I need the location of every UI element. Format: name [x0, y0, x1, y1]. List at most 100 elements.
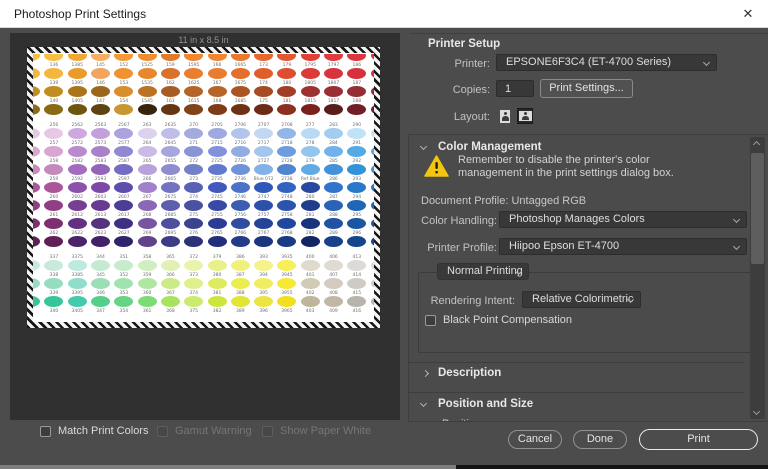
swatch-label: 145	[96, 63, 105, 68]
swatch: 167	[205, 81, 228, 97]
swatch	[33, 195, 42, 211]
description-header[interactable]: Description	[438, 367, 501, 379]
swatch: 2583	[89, 159, 112, 175]
swatch	[33, 273, 42, 289]
swatch-row: 140 1405 147 154 1545 161 1615 168 1685 175 181 181…	[33, 99, 374, 115]
swatch-oval	[33, 54, 41, 61]
swatch-row: 256 2562 2563 2567 263 2635 270 2705 2706 2707 270…	[33, 123, 374, 139]
printer-dropdown[interactable]: EPSONE6F3C4 (ET-4700 Series)	[496, 54, 717, 71]
swatch-oval	[254, 296, 274, 307]
position-size-header[interactable]: Position and Size	[438, 398, 533, 410]
swatch-oval	[207, 104, 227, 115]
swatch-label: 2655	[164, 159, 177, 164]
printing-mode-dropdown[interactable]: Normal Printing	[437, 263, 529, 280]
swatch: 2622	[66, 231, 89, 247]
swatch-label: 281	[305, 213, 315, 218]
scroll-up-icon[interactable]	[752, 140, 761, 149]
color-management-header[interactable]: Color Management	[438, 141, 542, 153]
cancel-button[interactable]: Cancel	[508, 430, 562, 449]
swatch-oval	[91, 182, 111, 193]
swatch-oval	[347, 182, 367, 193]
done-button[interactable]: Done	[573, 430, 627, 449]
swatch	[275, 54, 298, 61]
swatch-label: 274	[189, 195, 199, 200]
swatch-oval	[300, 278, 320, 289]
black-point-checkbox[interactable]	[425, 315, 436, 326]
swatch-oval	[207, 128, 227, 139]
swatch	[33, 309, 42, 314]
swatch: 2617	[112, 213, 135, 229]
swatch-label: 407	[329, 273, 338, 278]
scrollbar[interactable]	[750, 137, 765, 419]
swatch: 286	[322, 177, 345, 193]
swatch-oval	[207, 278, 227, 289]
print-button[interactable]: Print	[639, 429, 758, 450]
swatch: 3945	[275, 273, 298, 289]
swatch-row: 261 2612 2613 2617 268 2685 275 2755 2756 2757 275…	[33, 213, 374, 229]
swatch: 346	[89, 291, 112, 307]
print-settings-button[interactable]: Print Settings...	[540, 79, 633, 98]
swatch-label: 365	[166, 255, 175, 260]
swatch: 2645	[159, 141, 182, 157]
swatch	[33, 54, 42, 61]
swatch-oval	[254, 278, 274, 289]
close-icon[interactable]: ✕	[738, 5, 758, 23]
swatch	[159, 54, 182, 61]
collapse-chevron-icon[interactable]	[419, 399, 428, 408]
landscape-page-icon	[518, 111, 532, 121]
collapse-chevron-icon[interactable]	[419, 142, 428, 151]
swatch-label	[368, 309, 374, 314]
swatch-oval	[207, 260, 227, 271]
swatch: 354	[112, 309, 135, 314]
swatch-oval	[254, 260, 274, 271]
window-title: Photoshop Print Settings	[14, 7, 147, 21]
color-handling-dropdown[interactable]: Photoshop Manages Colors	[499, 211, 747, 228]
swatch: 2738	[275, 177, 298, 193]
swatch-oval	[207, 164, 227, 175]
swatch-label: 1395	[71, 81, 83, 86]
swatch: 367	[159, 291, 182, 307]
swatch: 3375	[66, 255, 89, 271]
swatch-label: 2622	[71, 231, 83, 236]
expand-chevron-icon[interactable]	[421, 369, 430, 378]
swatch-label: 1625	[188, 81, 200, 86]
swatch-section-green-yellow-gray: 337 3375 344 351 358 365 372 379 386 393 3935 400 40…	[33, 255, 374, 314]
swatch-label: 273	[189, 177, 199, 182]
swatch: 389	[229, 309, 252, 314]
swatch-oval	[347, 164, 367, 175]
swatch: 1625	[182, 81, 205, 97]
swatch-oval	[91, 104, 111, 115]
scroll-down-icon[interactable]	[752, 407, 761, 416]
swatch-label: 2715	[211, 141, 223, 146]
layout-landscape-icon[interactable]	[517, 108, 533, 124]
swatch-oval	[44, 68, 64, 79]
swatch: 153	[112, 81, 135, 97]
swatch	[33, 213, 42, 229]
layout-portrait-icon[interactable]	[497, 108, 513, 124]
swatch: 159	[159, 63, 182, 79]
swatch-label: 296	[352, 231, 362, 236]
swatch-label: 339	[49, 291, 59, 296]
swatch: 2728	[275, 159, 298, 175]
swatch-oval	[277, 182, 297, 193]
swatch: 396	[252, 309, 275, 314]
copies-input[interactable]	[496, 80, 534, 97]
swatch-oval	[324, 104, 343, 115]
swatch-label	[33, 195, 42, 200]
scrollbar-thumb[interactable]	[751, 153, 764, 264]
swatch-oval	[370, 86, 374, 97]
swatch: 292	[345, 159, 368, 175]
swatch: 361	[135, 309, 158, 314]
swatch-oval	[347, 104, 367, 115]
swatch: 285	[322, 159, 345, 175]
swatch-oval	[277, 260, 297, 271]
swatch: 386	[229, 255, 252, 271]
swatch: 2602	[66, 195, 89, 211]
match-print-colors-checkbox[interactable]	[40, 426, 51, 437]
printer-profile-dropdown[interactable]: Hiipoo Epson ET-4700	[499, 238, 747, 255]
swatch	[33, 291, 42, 307]
rendering-intent-dropdown[interactable]: Relative Colorimetric	[522, 291, 641, 308]
swatch: 400	[299, 255, 322, 271]
swatch-label: 359	[142, 273, 152, 278]
swatch-oval	[347, 218, 367, 229]
